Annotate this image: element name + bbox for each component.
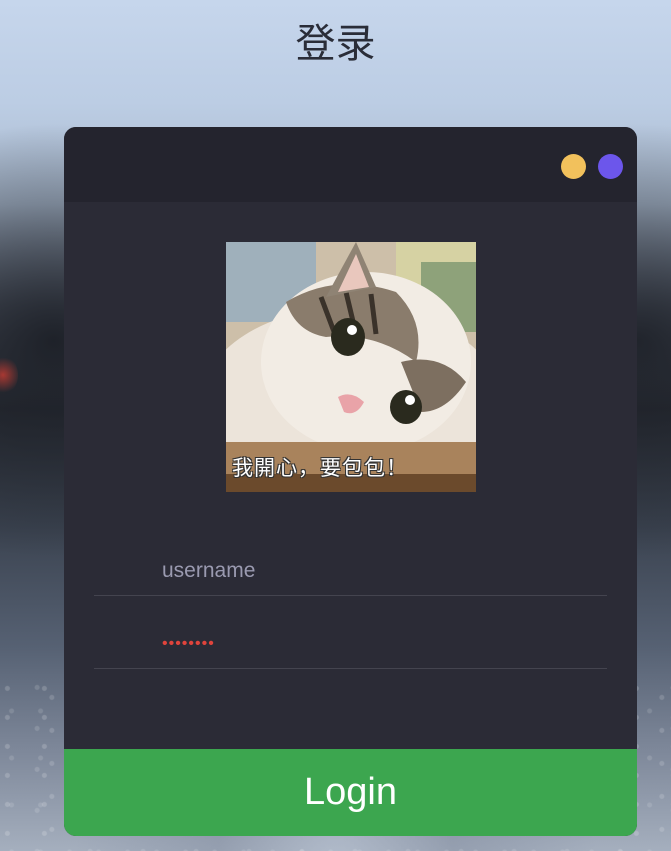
- yellow-dot-icon[interactable]: [561, 154, 586, 179]
- username-input[interactable]: [162, 547, 592, 595]
- purple-dot-icon[interactable]: [598, 154, 623, 179]
- login-button[interactable]: Login: [64, 749, 637, 836]
- page-title: 登录: [295, 21, 376, 67]
- password-input[interactable]: [162, 620, 592, 668]
- avatar-caption: 我開心，要包包！: [232, 456, 408, 480]
- username-field-row: [94, 547, 607, 596]
- avatar: 我開心，要包包！: [226, 242, 476, 492]
- card-header: [64, 127, 637, 202]
- password-field-row: [94, 620, 607, 669]
- login-card: 我開心，要包包！ Login: [64, 127, 637, 836]
